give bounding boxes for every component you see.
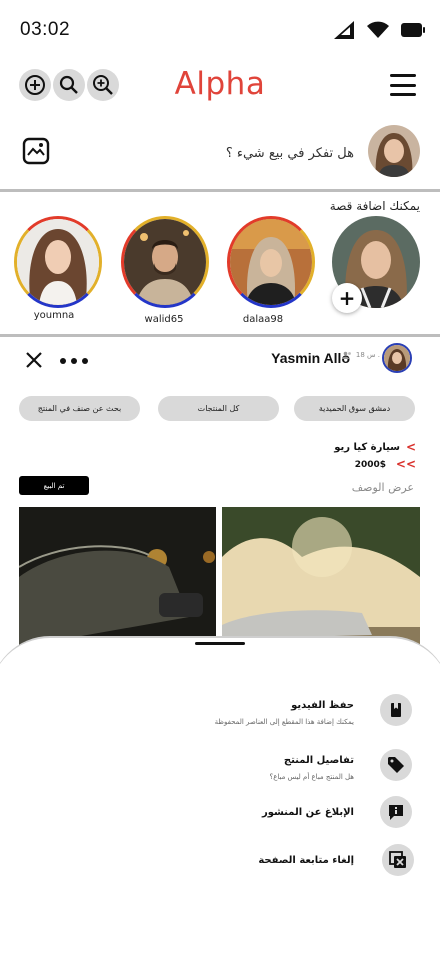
product-name: سيارة كيا ريو: [334, 442, 400, 453]
sold-badge: تم البيع: [19, 476, 89, 495]
more-icon-dot: [71, 358, 77, 364]
double-chevron-left-icon: <<: [395, 457, 416, 471]
post-author[interactable]: Yasmin Allo: [271, 350, 350, 366]
status-time: 03:02: [20, 19, 71, 40]
sheet-item-title: حفظ الفيديو: [291, 700, 354, 711]
bottom-sheet: [0, 636, 440, 956]
show-description-link[interactable]: عرض الوصف: [352, 481, 414, 494]
post-author-avatar[interactable]: [382, 343, 412, 373]
sheet-grabber[interactable]: [195, 642, 245, 645]
chip-search-category[interactable]: بحث عن صنف في المنتج: [19, 396, 140, 421]
sheet-item-title: إلغاء متابعة الصفحة: [258, 855, 354, 866]
chip-all-products[interactable]: كل المنتجات: [158, 396, 279, 421]
sheet-item-title: تفاصيل المنتج: [283, 755, 354, 766]
composer-prompt[interactable]: هل تفكر في بيع شيء ؟: [226, 146, 354, 161]
divider: [0, 189, 440, 192]
more-options-button[interactable]: [60, 358, 88, 364]
story-walid65[interactable]: [121, 216, 209, 308]
cellular-signal-icon: [334, 21, 354, 39]
user-avatar[interactable]: [368, 125, 420, 177]
app-title: Alpha: [174, 66, 266, 102]
more-icon-dot: [82, 358, 88, 364]
sheet-item-product-details[interactable]: تفاصيل المنتج هل المنتج مباع أم ليس مباع…: [54, 755, 355, 781]
tag-icon: [388, 757, 404, 773]
close-icon: [26, 352, 42, 368]
sheet-item-subtitle: هل المنتج مباع أم ليس مباع؟: [269, 773, 355, 781]
wifi-icon: [367, 21, 389, 38]
sheet-item-report-post[interactable]: الإبلاغ عن المنشور: [54, 807, 354, 818]
sheet-icon: [380, 796, 412, 828]
stories-label: يمكنك اضافة قصة: [329, 199, 420, 213]
product-price: 2000$: [354, 460, 386, 470]
story-name: youmna: [33, 310, 75, 321]
plus-icon: +: [338, 286, 356, 310]
story-dalaa98[interactable]: [227, 216, 315, 308]
story-name: walid65: [144, 314, 184, 325]
sheet-icon: [380, 694, 412, 726]
menu-icon-bar: [390, 74, 416, 77]
chevron-left-icon: <: [405, 440, 416, 454]
sheet-item-save-video[interactable]: حفظ الفيديو يمكنك إضافة هذا المقطع إلى ا…: [54, 700, 354, 726]
audience-icon: [341, 351, 351, 359]
menu-icon-bar: [390, 93, 416, 96]
story-name: dalaa98: [242, 314, 284, 325]
report-icon: [389, 805, 403, 820]
battery-icon: [401, 23, 425, 37]
divider: [0, 334, 440, 337]
add-story-button[interactable]: +: [332, 283, 362, 313]
sheet-icon: [382, 844, 414, 876]
sheet-item-title: الإبلاغ عن المنشور: [261, 807, 354, 818]
bookmark-icon: [391, 703, 401, 717]
menu-button[interactable]: [390, 74, 416, 96]
sheet-item-unfollow-page[interactable]: إلغاء متابعة الصفحة: [54, 855, 354, 866]
post-time: 18 س .: [355, 351, 380, 359]
more-icon-dot: [60, 358, 66, 364]
story-youmna[interactable]: [14, 216, 102, 308]
sheet-item-subtitle: يمكنك إضافة هذا المقطع إلى العناصر المحف…: [214, 718, 354, 726]
status-icons: [332, 20, 426, 40]
close-button[interactable]: [24, 350, 44, 370]
menu-icon-bar: [390, 83, 416, 87]
gallery-button[interactable]: [22, 137, 50, 165]
sheet-icon: [380, 749, 412, 781]
unfollow-icon: [389, 851, 406, 868]
chip-location[interactable]: دمشق سوق الحميدية: [294, 396, 415, 421]
post-meta: 18 س .: [341, 351, 380, 359]
product-photo-2[interactable]: [222, 507, 420, 647]
image-icon: [22, 137, 50, 165]
product-photo-1[interactable]: [19, 507, 216, 647]
